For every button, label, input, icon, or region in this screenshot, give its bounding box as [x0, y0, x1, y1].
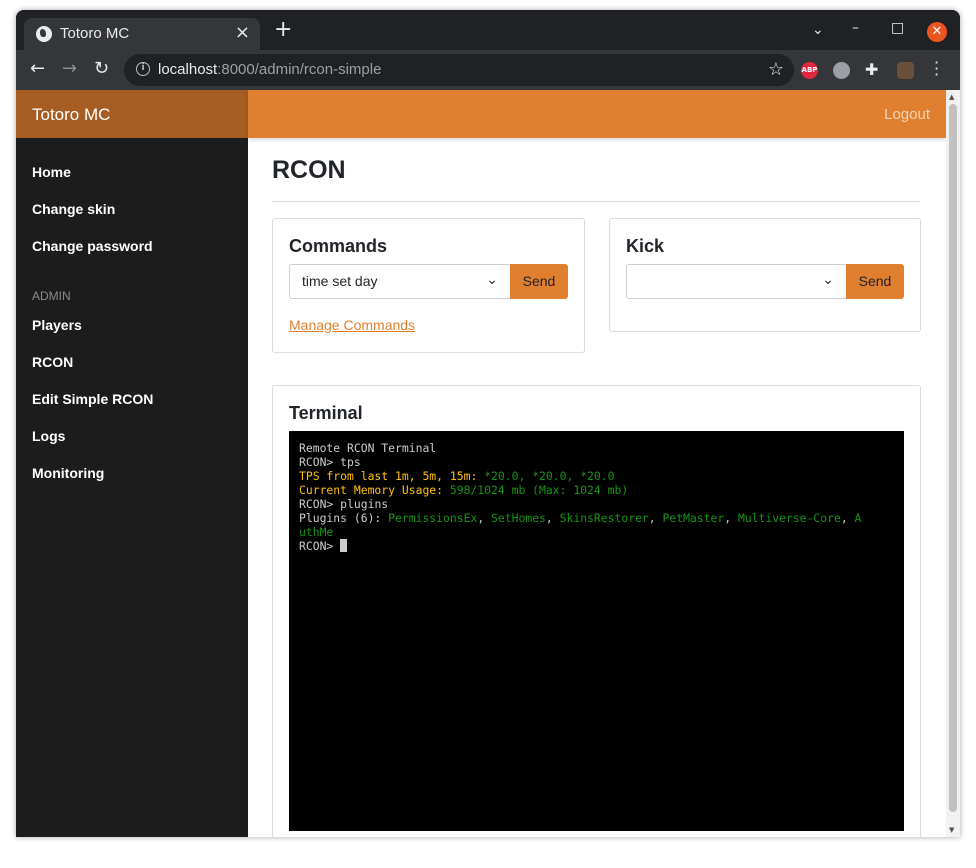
globe-icon [36, 26, 52, 42]
tab-strip: Totoro MC × + ⌄ – □ ✕ [16, 10, 960, 50]
scroll-up-icon[interactable]: ▲ [949, 93, 954, 101]
command-send-button[interactable]: Send [510, 264, 568, 299]
kick-player-select[interactable]: ⌄ [626, 264, 847, 299]
adblock-extension-icon[interactable]: ABP [801, 62, 818, 79]
chevron-down-icon: ⌄ [822, 271, 834, 287]
memory-label: Current Memory Usage: [299, 483, 444, 497]
bookmark-star-icon[interactable]: ☆ [768, 59, 784, 80]
sidebar-item-change-skin[interactable]: Change skin [32, 201, 115, 217]
minimize-icon[interactable]: – [852, 20, 859, 36]
sidebar: Totoro MC Home Change skin Change passwo… [16, 90, 248, 837]
scroll-down-icon[interactable]: ▼ [949, 826, 954, 834]
command-select-value: time set day [302, 273, 378, 289]
profile-avatar-icon[interactable] [897, 62, 914, 79]
plugin-name: SkinsRestorer [559, 511, 649, 525]
maximize-icon[interactable]: □ [891, 20, 904, 36]
web-page: Totoro MC Home Change skin Change passwo… [16, 90, 946, 837]
terminal-output[interactable]: Remote RCON Terminal RCON> tps TPS from … [289, 431, 904, 831]
plugins-label: Plugins (6): [299, 511, 389, 525]
tps-label: TPS from last 1m, 5m, 15m: [299, 469, 478, 483]
sidebar-item-players[interactable]: Players [32, 317, 82, 333]
sidebar-item-rcon[interactable]: RCON [32, 354, 73, 370]
page-title: RCON [272, 156, 346, 184]
plugin-name: SetHomes [491, 511, 546, 525]
terminal-command: tps [333, 455, 361, 469]
top-navbar: Logout [248, 90, 946, 138]
reload-icon[interactable]: ↻ [94, 58, 109, 80]
extensions-puzzle-icon[interactable]: ✚ [865, 59, 878, 81]
plugin-name-wrap-head: A [854, 511, 862, 525]
page-scrollbar[interactable]: ▲ ▼ [946, 90, 960, 837]
logout-link[interactable]: Logout [884, 106, 930, 123]
browser-tab[interactable]: Totoro MC × [24, 18, 260, 50]
terminal-prompt: RCON> [299, 539, 334, 553]
terminal-cursor [340, 539, 348, 552]
kick-title: Kick [626, 236, 665, 256]
plugin-name-wrap-tail: uthMe [299, 525, 334, 539]
terminal-command: plugins [333, 497, 389, 511]
terminal-title: Terminal [289, 403, 363, 423]
terminal-prompt: RCON> [299, 455, 334, 469]
tab-title: Totoro MC [60, 25, 130, 42]
close-tab-icon[interactable]: × [235, 22, 250, 43]
plugin-name: PermissionsEx [388, 511, 478, 525]
sidebar-admin-heading: ADMIN [32, 289, 71, 303]
commands-card: Commands time set day ⌄ Send Manage Comm… [272, 218, 585, 353]
title-divider [272, 201, 920, 202]
address-bar[interactable]: i localhost:8000/admin/rcon-simple ☆ [124, 54, 794, 86]
tab-search-icon[interactable]: ⌄ [812, 22, 824, 38]
sidebar-item-edit-simple-rcon[interactable]: Edit Simple RCON [32, 391, 153, 407]
sidebar-item-change-password[interactable]: Change password [32, 238, 153, 254]
kick-send-button[interactable]: Send [846, 264, 904, 299]
commands-title: Commands [289, 236, 388, 256]
browser-window: Totoro MC × + ⌄ – □ ✕ ← → ↻ i localhost:… [16, 10, 960, 837]
forward-icon[interactable]: → [62, 58, 77, 80]
extension-gear-icon[interactable] [833, 62, 850, 79]
terminal-header: Remote RCON Terminal [299, 441, 437, 455]
brand-title[interactable]: Totoro MC [16, 90, 248, 138]
browser-toolbar: ← → ↻ i localhost:8000/admin/rcon-simple… [16, 50, 960, 90]
window-close-icon[interactable]: ✕ [927, 22, 947, 42]
command-select[interactable]: time set day ⌄ [289, 264, 511, 299]
back-icon[interactable]: ← [30, 58, 45, 80]
new-tab-icon[interactable]: + [274, 19, 292, 41]
manage-commands-link[interactable]: Manage Commands [289, 317, 415, 333]
plugin-name: Multiverse-Core [737, 511, 841, 525]
tps-value: *20.0, *20.0, *20.0 [477, 469, 615, 483]
chevron-down-icon: ⌄ [486, 271, 498, 287]
terminal-card: Terminal Remote RCON Terminal RCON> tps … [272, 385, 921, 837]
sidebar-item-home[interactable]: Home [32, 164, 71, 180]
sidebar-item-logs[interactable]: Logs [32, 428, 65, 444]
url-text[interactable]: localhost:8000/admin/rcon-simple [158, 61, 381, 78]
scrollbar-thumb[interactable] [949, 104, 957, 812]
terminal-prompt: RCON> [299, 497, 334, 511]
plugin-name: PetMaster [662, 511, 725, 525]
kick-card: Kick ⌄ Send [609, 218, 921, 332]
browser-menu-icon[interactable]: · · · [934, 55, 940, 83]
site-info-icon[interactable]: i [136, 62, 150, 76]
sidebar-item-monitoring[interactable]: Monitoring [32, 465, 104, 481]
memory-value: 598/1024 mb (Max: 1024 mb) [443, 483, 629, 497]
